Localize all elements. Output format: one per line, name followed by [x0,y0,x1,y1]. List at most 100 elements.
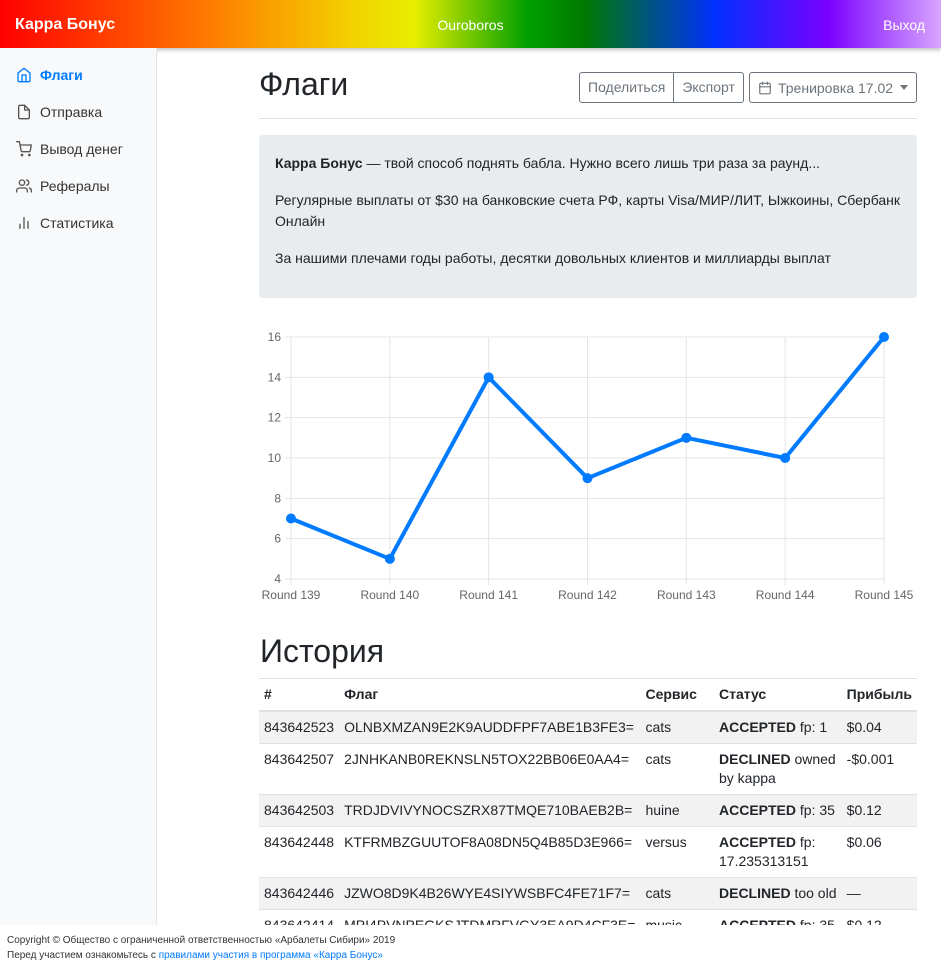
chevron-down-icon [900,85,908,90]
status-word: DECLINED [719,884,791,901]
week-label: Тренировка 17.02 [778,79,894,96]
intro-rest: — твой способ поднять бабла. Нужно всего… [362,155,820,171]
sidebar-item-label: Вывод денег [40,141,123,157]
rules-notice: Перед участием ознакомьтесь с правилами … [7,948,934,963]
x-tick-label: Round 140 [360,588,419,602]
x-tick-label: Round 139 [262,588,321,602]
table-header-row: # Флаг Сервис Статус Прибыль [259,678,917,712]
row-service: versus [640,825,714,877]
rules-link[interactable]: правилами участия в программа «Карра Бон… [159,950,383,961]
row-flag: KTFRMBZGUUTOF8A08DN5Q4B85D3E966= [339,825,641,877]
row-id: 843642507 [259,742,340,794]
row-id: 843642523 [259,710,340,743]
sidebar-item-label: Отправка [40,104,103,120]
intro-panel: Карра Бонус — твой способ поднять бабла.… [259,135,917,298]
column-header: Прибыль [841,678,917,712]
column-header: # [259,678,340,712]
data-point [879,332,889,342]
sidebar-item-stats[interactable]: Статистика [16,212,114,234]
share-button[interactable]: Поделиться [579,72,675,103]
top-navbar: Карра Бонус Ouroboros Выход [0,0,941,48]
column-header: Флаг [339,678,641,712]
status-detail: fp: 1 [799,718,828,735]
intro-text: Карра Бонус — твой способ поднять бабла.… [275,153,901,174]
sidebar-item-label: Статистика [40,215,114,231]
row-service: cats [640,876,714,909]
row-status: DECLINED too old [714,876,842,909]
intro-brand: Карра Бонус [275,155,363,171]
sidebar-item-flags[interactable]: Флаги [16,64,83,86]
x-tick-label: Round 141 [459,588,518,602]
row-service: cats [640,742,714,794]
status-detail: too old [794,884,837,901]
row-id: 843642446 [259,876,340,909]
sidebar-item-label: Флаги [40,67,83,83]
row-service: huine [640,793,714,826]
status-word: DECLINED [719,750,791,767]
row-id: 843642503 [259,793,340,826]
file-icon [18,104,30,120]
footer: Copyright © Общество с ограниченной отве… [0,925,941,967]
row-flag: OLNBXMZAN9E2K9AUDDFPF7ABE1B3FE3= [339,710,641,743]
calendar-icon [759,81,771,94]
x-tick-label: Round 142 [558,588,617,602]
users-icon [16,179,32,193]
sidebar-item-submit[interactable]: Отправка [16,101,102,123]
cart-icon [16,141,32,157]
sidebar-item-label: Рефералы [40,178,110,194]
x-tick-label: Round 145 [855,588,914,602]
rules-notice-prefix: Перед участием ознакомьтесь с [7,950,159,961]
intro-payouts: Регулярные выплаты от $30 на банковские … [275,192,901,229]
week-dropdown[interactable]: Тренировка 17.02 [749,72,917,103]
row-profit: $0.06 [841,825,917,877]
data-point [780,453,791,463]
table-row: 843642523 OLNBXMZAN9E2K9AUDDFPF7ABE1B3FE3… [259,710,917,743]
row-flag: TRDJDVIVYNOCSZRX87TMQE710BAEB2B= [339,793,641,826]
sidebar-item-withdraw[interactable]: Вывод денег [16,138,123,160]
table-row: 843642503 TRDJDVIVYNOCSZRX87TMQE710BAEB2B… [259,793,917,826]
y-tick-label: 10 [268,451,282,465]
column-header: Статус [714,678,842,712]
row-profit: $0.04 [841,710,917,743]
table-row: 843642446 JZWO8D9K4B26WYE4SIYWSBFC4FE71F7… [259,876,917,909]
status-word: ACCEPTED [719,718,797,735]
data-point [286,513,296,524]
status-detail: fp: 35 [799,801,835,818]
column-header: Сервис [640,678,714,712]
x-tick-label: Round 143 [657,588,716,602]
action-button-group: Поделиться Экспорт [579,72,744,103]
data-point [582,473,593,484]
table-row: 843642448 KTFRMBZGUUTOF8A08DN5Q4B85D3E966… [259,825,917,877]
y-tick-label: 4 [274,572,281,586]
team-name: Ouroboros [437,17,504,33]
row-flag: JZWO8D9K4B26WYE4SIYWSBFC4FE71F7= [339,876,641,909]
status-word: ACCEPTED [719,801,797,818]
history-title: История [260,633,385,669]
sidebar-item-referrals[interactable]: Рефералы [16,175,110,197]
row-status: DECLINED owned by kappa [714,742,842,794]
bar-chart-icon [19,217,29,229]
page-title: Флаги [259,66,349,102]
data-point [681,432,692,443]
sidebar: Флаги Отправка Вывод денег Рефералы Стат… [0,48,157,925]
row-service: cats [640,710,714,743]
y-tick-label: 8 [274,491,281,505]
home-icon [17,67,31,83]
logout-link[interactable]: Выход [883,17,925,33]
data-point [384,553,395,564]
status-word: ACCEPTED [719,833,797,850]
x-tick-label: Round 144 [756,588,815,602]
y-tick-label: 16 [268,330,282,344]
history-table: # Флаг Сервис Статус Прибыль 843642523 OL… [259,678,917,941]
row-profit: $0.12 [841,793,917,826]
copyright-text: Copyright © Общество с ограниченной отве… [7,935,396,946]
row-profit: — [841,876,917,909]
flags-line-chart: 4 6 8 10 12 14 16 Round 139 Round 140 Round 141 Ro… [262,330,914,602]
header-divider [259,118,917,119]
y-tick-label: 12 [268,411,282,425]
row-status: ACCEPTED fp: 1 [714,710,842,743]
y-tick-label: 14 [268,370,282,384]
export-button[interactable]: Экспорт [674,72,744,103]
data-point [483,372,494,383]
row-status: ACCEPTED fp: 17.235313151 [714,825,842,877]
